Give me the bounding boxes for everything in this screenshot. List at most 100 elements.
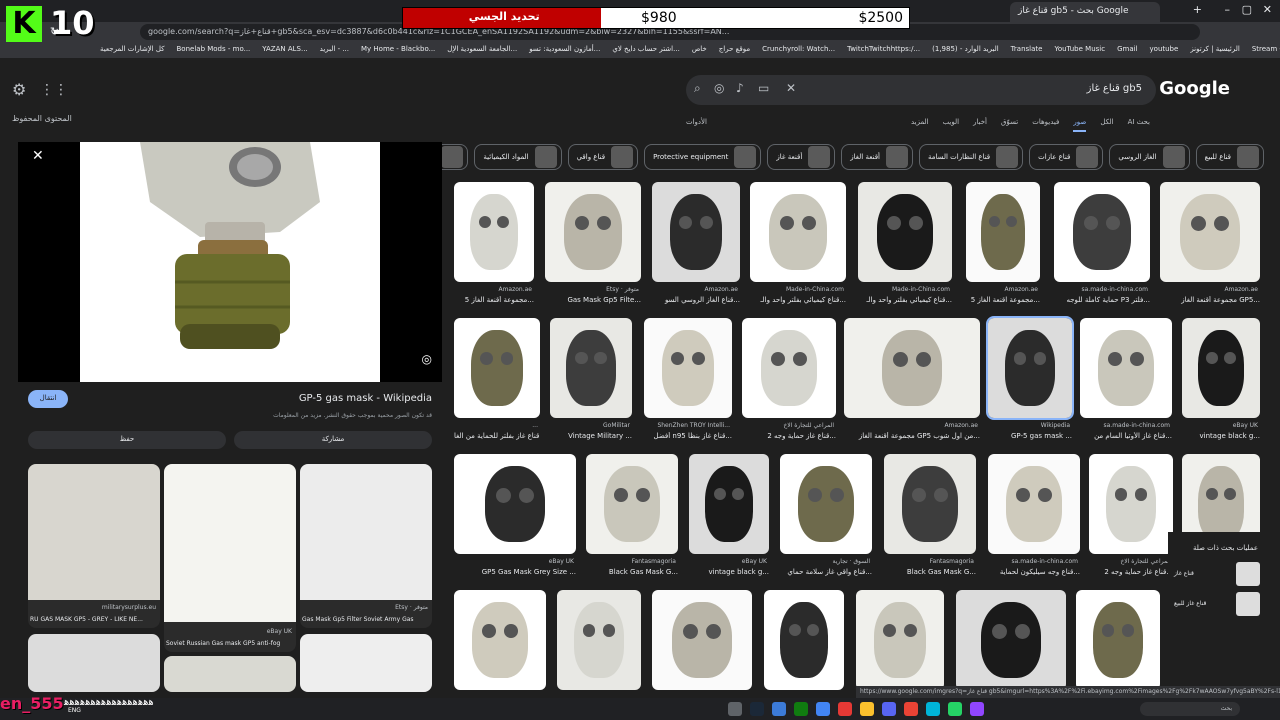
new-tab-icon[interactable]: + [1193, 3, 1202, 16]
visit-button[interactable]: انتقال [28, 390, 68, 408]
bookmark-item[interactable]: الرئيسية | كرتونز [1190, 45, 1240, 55]
image-result[interactable]: sa.made-in-china.com قناع وجه سيليكون لحم… [988, 454, 1080, 584]
maximize-icon[interactable]: ▢ [1242, 3, 1252, 16]
search-box[interactable]: ⌕ ◎ ♪ ▭ ✕ قناع غاز gb5 [686, 75, 1156, 105]
browser-tab-active[interactable]: قناع غاز gb5 - بحث Google [1010, 2, 1160, 22]
related-image-item[interactable] [28, 634, 160, 692]
preview-title[interactable]: GP-5 gas mask - Wikipedia [299, 393, 432, 404]
settings-icon[interactable]: ⚙ [12, 80, 26, 99]
bookmark-item[interactable]: Bonelab Mods - mo... [177, 45, 251, 55]
bookmark-item[interactable]: YouTube Music [1054, 45, 1105, 55]
image-result[interactable]: Amazon.ae مجموعة أقنعة الغاز 5... [454, 182, 534, 312]
language-indicator[interactable]: ENG [68, 707, 81, 714]
filter-tab[interactable]: بحث AI [1128, 118, 1150, 132]
image-result[interactable]: Amazon.ae مجموعة اقنعة الغاز 5... [966, 182, 1040, 312]
bookmark-item[interactable]: خاص [692, 45, 707, 55]
image-result[interactable]: Wikipedia GP-5 gas mask ... [986, 316, 1074, 448]
filter-tab[interactable]: فيديوهات [1032, 118, 1059, 132]
suggestion-chip[interactable]: المواد الكيميائية [474, 144, 562, 170]
app-icon-2[interactable] [926, 702, 940, 716]
minimize-icon[interactable]: – [1225, 3, 1231, 16]
image-result[interactable]: Fantasmagoria Black Gas Mask G... [884, 454, 976, 584]
app-icon[interactable] [838, 702, 852, 716]
filter-tab[interactable]: الكل [1100, 118, 1113, 132]
game-icon[interactable] [904, 702, 918, 716]
search-query[interactable]: قناع غاز gb5 [1087, 83, 1142, 94]
save-button[interactable]: حفظ [28, 431, 226, 449]
related-image-item[interactable]: eBay UK Soviet Russian Gas mask GP5 anti… [164, 464, 296, 652]
related-image-item[interactable] [300, 634, 432, 692]
bookmark-item[interactable]: youtube [1150, 45, 1179, 55]
close-icon[interactable]: ✕ [32, 148, 44, 164]
bookmark-item[interactable]: YAZAN ALS... [262, 45, 307, 55]
bookmark-item[interactable]: موقع حراج [719, 45, 750, 55]
suggestion-chip[interactable]: الغاز الروسي [1109, 144, 1190, 170]
suggestion-chip[interactable]: Protective equipment [644, 144, 762, 170]
store-icon[interactable] [772, 702, 786, 716]
bookmark-item[interactable]: My Home - Blackbo... [361, 45, 435, 55]
bookmark-item[interactable]: Stream - Kick Dashb... [1252, 45, 1280, 55]
image-result[interactable]: Etsy · متوفر Gas Mask Gp5 Filte... [545, 182, 641, 312]
filter-tab[interactable]: تسوّق [1001, 118, 1018, 132]
related-search-item[interactable]: قناع غاز للبيع [1172, 592, 1260, 618]
lens-search-icon[interactable]: ◎ [422, 352, 432, 366]
whatsapp-icon[interactable] [948, 702, 962, 716]
explorer-icon[interactable] [860, 702, 874, 716]
image-result[interactable]: Amazon.ae مجموعة أقنعة الغاز GP5 من اول ش… [844, 318, 980, 448]
share-button[interactable]: مشاركة [234, 431, 432, 449]
related-image-item[interactable]: Etsy · متوفر Gas Mask Gp5 Filter Soviet … [300, 464, 432, 628]
start-icon[interactable] [728, 702, 742, 716]
image-result[interactable]: السوق · تجارية قناع واقي غاز سلامة حماي..… [780, 454, 872, 584]
discord-icon[interactable] [882, 702, 896, 716]
xbox-icon[interactable] [794, 702, 808, 716]
bookmark-item[interactable]: أمازون السعودية: تسو... [529, 45, 600, 55]
image-result[interactable]: Amazon.ae قناع الغاز الروسي السو... [652, 182, 740, 312]
saved-content-link[interactable]: المحتوى المحفوظ [12, 114, 72, 123]
keyboard-icon[interactable]: ▭ [758, 81, 769, 95]
filter-tab[interactable]: أخبار [973, 118, 987, 132]
related-search-item[interactable]: قناع غاز [1172, 562, 1260, 588]
image-result[interactable]: ShenZhen TROY Intelli... أفضل n95 قناع غا… [644, 318, 732, 448]
image-result[interactable]: ... قناع غاز بفلتر للحماية من الغا... [454, 318, 540, 448]
image-result[interactable]: GoMilitar Vintage Military ... [550, 318, 632, 448]
suggestion-chip[interactable]: أقنعة الغاز [841, 144, 913, 170]
chrome-icon[interactable] [816, 702, 830, 716]
image-result[interactable]: المراعي للتجارة الاخ قناع غاز حماية وجه 2… [742, 318, 836, 448]
image-result[interactable]: sa.made-in-china.com قناع غاز الأوتيا الس… [1080, 318, 1172, 448]
image-result[interactable]: Amazon.ae مجموعة أقنعة الغاز GP5... [1160, 182, 1260, 312]
filter-tab[interactable]: المزيد [911, 118, 929, 132]
tools-menu[interactable]: الأدوات [686, 118, 707, 126]
bookmark-item[interactable]: (1,985) - البريد الوارد [932, 45, 999, 55]
filter-tab[interactable]: صور [1073, 118, 1087, 132]
google-logo[interactable]: Google [1159, 78, 1230, 99]
image-result[interactable]: eBay UK GP5 Gas Mask Grey Size ... [454, 454, 576, 584]
image-result[interactable]: eBay UK vintage black g... [689, 454, 769, 584]
lens-icon[interactable]: ◎ [714, 81, 724, 95]
preview-image[interactable] [80, 142, 380, 382]
suggestion-chip[interactable]: قناع عازات [1029, 144, 1104, 170]
clear-icon[interactable]: ✕ [786, 81, 796, 95]
image-result[interactable]: Made-in-China.com قناع كيميائي بفلتر واحد… [858, 182, 952, 312]
bookmark-item[interactable]: Gmail [1117, 45, 1137, 55]
search-icon[interactable]: ⌕ [694, 81, 701, 96]
close-window-icon[interactable]: ✕ [1263, 3, 1272, 16]
suggestion-chip[interactable]: جهاز تنفس [442, 144, 469, 170]
filter-tab[interactable]: الويب [943, 118, 960, 132]
bookmark-item[interactable]: الجامعة السعودية الإل... [447, 45, 517, 55]
image-result[interactable]: eBay UK vintage black g... [1182, 318, 1260, 448]
image-result[interactable]: sa.made-in-china.com حماية كاملة للوجه P3… [1054, 182, 1150, 312]
related-image-item[interactable]: militarysurplus.eu RU GAS MASK GP5 - GRE… [28, 464, 160, 628]
bookmark-item[interactable]: اشتر حساب دايخ لاي... [612, 45, 679, 55]
mic-icon[interactable]: ♪ [736, 81, 744, 95]
suggestion-chip[interactable]: قناع واقي [567, 144, 639, 170]
image-result[interactable]: Made-in-China.com قناع كيميائي بفلتر واحد… [750, 182, 846, 312]
apps-grid-icon[interactable]: ⋮⋮ [40, 82, 68, 98]
bookmark-item[interactable]: البريد - ... [320, 45, 349, 55]
image-result[interactable]: المراعي للتجارة الاخ قناع غاز حماية وجه 2… [1089, 454, 1173, 584]
bookmark-item[interactable]: كل الإشارات المرجعية [100, 45, 165, 55]
image-result[interactable]: Fantasmagoria Black Gas Mask G... [586, 454, 678, 584]
suggestion-chip[interactable]: أقنعة غاز [767, 144, 836, 170]
twitch-icon[interactable] [970, 702, 984, 716]
bookmark-item[interactable]: Translate [1011, 45, 1043, 55]
steam-icon[interactable] [750, 702, 764, 716]
